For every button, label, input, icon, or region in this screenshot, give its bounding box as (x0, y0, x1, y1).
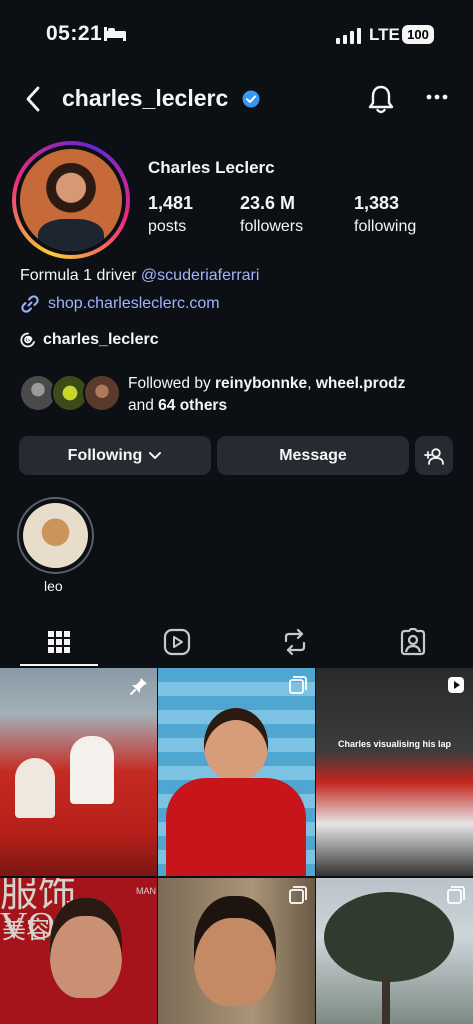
post-figure (70, 736, 114, 804)
status-time: 05:21 (46, 22, 103, 45)
post-figure (166, 778, 306, 876)
stat-followers-label: followers (240, 218, 304, 235)
story-highlight[interactable] (17, 497, 94, 574)
post-figure (15, 758, 55, 818)
tab-reposts[interactable] (236, 618, 354, 666)
mutual-user-2: wheel.prodz (315, 375, 406, 392)
carousel-icon (289, 676, 307, 694)
threads-badge[interactable]: charles_leclerc (20, 331, 159, 349)
add-person-icon (424, 447, 444, 465)
bio: Formula 1 driver @scuderiaferrari (20, 267, 259, 285)
external-link[interactable]: shop.charlesleclerc.com (20, 294, 220, 314)
stat-posts-value: 1,481 (148, 193, 194, 213)
followed-by-text[interactable]: Followed by reinybonnke, wheel.prodz and… (128, 373, 458, 417)
following-button[interactable]: Following (19, 436, 211, 475)
followed-by-sep: , (307, 375, 316, 392)
post-figure (194, 896, 276, 1006)
followed-by-prefix: Followed by (128, 375, 216, 392)
message-button-label: Message (279, 446, 347, 464)
profile-tabs (0, 618, 473, 666)
pinned-icon (130, 678, 147, 695)
tagged-icon (400, 628, 426, 656)
grid-post[interactable]: 服饰VOGU 美容 MAN (0, 878, 157, 1024)
verified-badge-icon (242, 90, 260, 108)
grid-icon (48, 631, 70, 653)
stat-following-value: 1,383 (354, 193, 400, 213)
network-type: LTE (369, 25, 400, 44)
message-button[interactable]: Message (217, 436, 409, 475)
post-figure (50, 898, 122, 998)
mutual-avatar (83, 374, 121, 412)
threads-icon (20, 332, 35, 348)
battery-indicator: 100 (402, 25, 434, 44)
tab-posts-grid[interactable] (0, 618, 118, 666)
mutual-user-1: reinybonnke (215, 375, 308, 392)
reels-icon (163, 628, 191, 656)
cellular-signal-icon (336, 28, 361, 44)
suggested-users-button[interactable] (415, 436, 453, 475)
external-link-text: shop.charlesleclerc.com (48, 295, 220, 312)
more-options-icon[interactable] (426, 94, 448, 100)
grid-post[interactable] (316, 878, 473, 1024)
display-name: Charles Leclerc (148, 158, 275, 177)
header-username: charles_leclerc (62, 85, 229, 111)
post-figure (204, 708, 268, 780)
avatar-photo (20, 149, 122, 251)
highlight-label: leo (44, 578, 63, 594)
mutual-followers-avatars[interactable] (19, 374, 121, 414)
link-icon (21, 295, 39, 313)
stat-posts-label: posts (148, 218, 187, 235)
back-icon[interactable] (22, 85, 46, 113)
profile-avatar[interactable] (12, 141, 130, 259)
vogue-man-label: MAN (136, 886, 156, 896)
post-tree-trunk (382, 974, 390, 1024)
tab-tagged[interactable] (354, 618, 472, 666)
stat-followers[interactable]: 23.6 M followers (240, 193, 303, 236)
carousel-icon (289, 886, 307, 904)
stat-following[interactable]: 1,383 following (354, 193, 416, 236)
bio-mention-link[interactable]: @scuderiaferrari (141, 267, 260, 284)
vogue-subtitle: 美容 (2, 918, 50, 944)
grid-post[interactable]: Charles visualising his lap (316, 668, 473, 876)
highlight-thumbnail (23, 503, 88, 568)
stat-following-label: following (354, 218, 417, 235)
reel-icon (448, 677, 464, 693)
grid-post[interactable] (158, 668, 315, 876)
grid-post[interactable] (0, 668, 157, 876)
post-caption-overlay: Charles visualising his lap (337, 739, 452, 749)
sleep-focus-icon (104, 27, 126, 41)
threads-handle: charles_leclerc (43, 331, 159, 348)
followed-by-and: and (128, 397, 159, 414)
stat-posts[interactable]: 1,481 posts (148, 193, 193, 236)
active-tab-indicator (20, 664, 98, 666)
status-bar: 05:21 LTE 100 (0, 0, 473, 70)
tab-reels[interactable] (118, 618, 236, 666)
mutual-others-count: 64 others (158, 397, 228, 414)
profile-header: charles_leclerc (0, 78, 473, 122)
notification-bell-icon[interactable] (367, 83, 395, 115)
stat-followers-value: 23.6 M (240, 193, 296, 213)
grid-post[interactable] (158, 878, 315, 1024)
following-button-label: Following (67, 446, 143, 464)
reposts-icon (284, 628, 306, 656)
bio-text: Formula 1 driver (20, 267, 141, 284)
posts-grid: Charles visualising his lap 服饰VOGU 美容 MA… (0, 668, 473, 1024)
carousel-icon (447, 886, 465, 904)
post-tree (324, 892, 454, 982)
chevron-down-icon (149, 451, 162, 459)
